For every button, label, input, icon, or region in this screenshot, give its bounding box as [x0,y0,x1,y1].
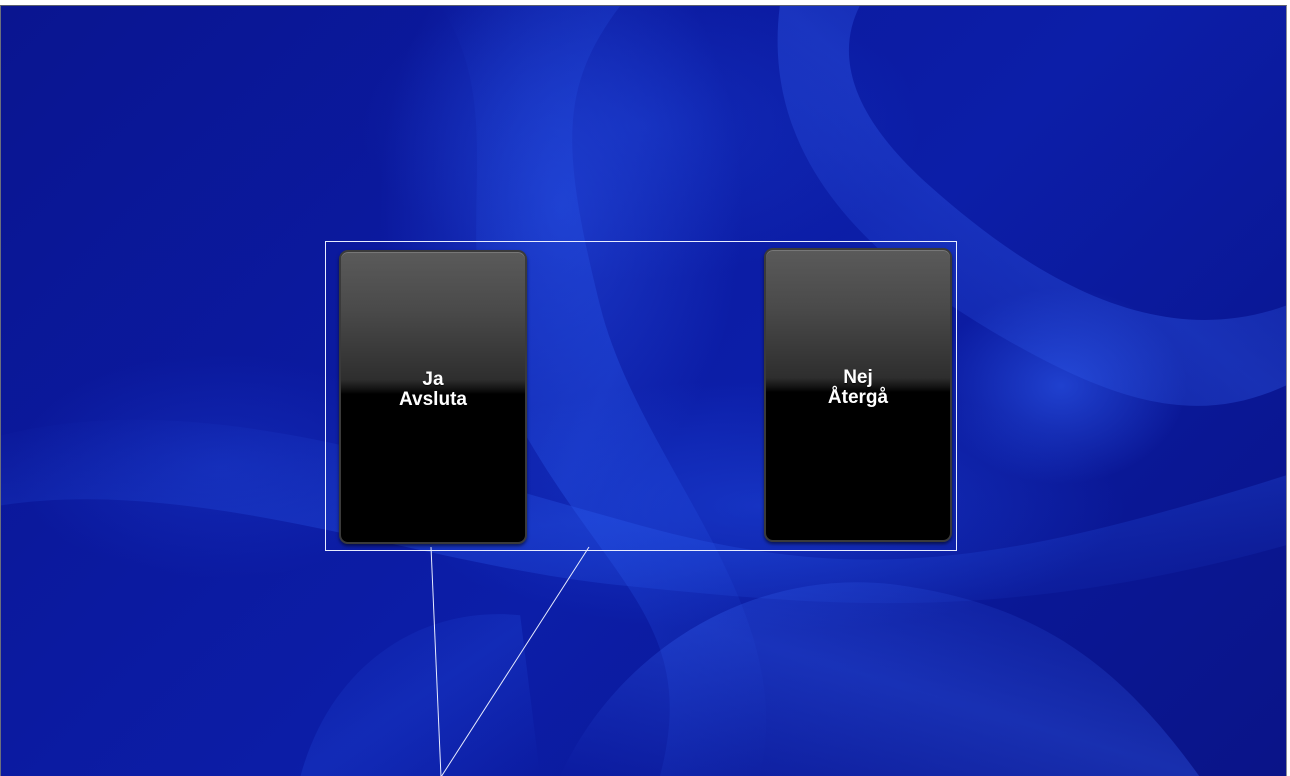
desktop-background: Ja Avsluta Nej Återgå [0,5,1287,776]
no-label-line1: Nej [843,367,873,388]
no-return-button[interactable]: Nej Återgå [764,248,952,542]
yes-label-line1: Ja [422,369,444,390]
no-label-line2: Återgå [827,387,889,408]
no-return-button-label: Nej Återgå [766,368,950,408]
yes-exit-button[interactable]: Ja Avsluta [339,250,527,544]
yes-label-line2: Avsluta [399,389,467,410]
yes-exit-button-label: Ja Avsluta [341,370,525,410]
